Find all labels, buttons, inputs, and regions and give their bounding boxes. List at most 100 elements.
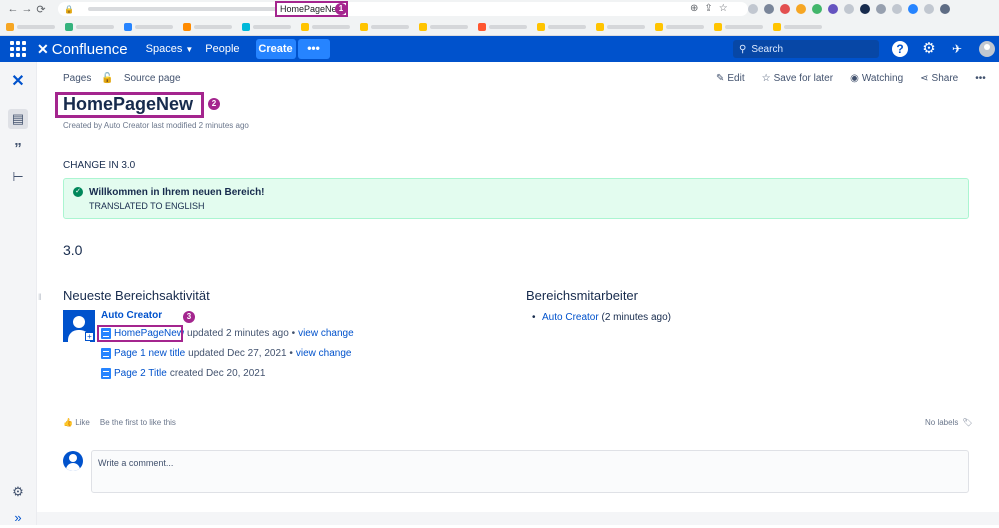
zoom-icon[interactable]: ⊕ bbox=[690, 3, 698, 14]
extension-icon[interactable] bbox=[860, 4, 870, 14]
extension-icon[interactable] bbox=[764, 4, 774, 14]
comment-user-avatar bbox=[63, 451, 83, 471]
back-icon[interactable]: ← bbox=[6, 3, 20, 15]
extension-icon[interactable] bbox=[828, 4, 838, 14]
label-tag-icon: 🏷 bbox=[962, 418, 973, 427]
bookmark-item[interactable] bbox=[124, 23, 173, 31]
bookmark-item[interactable] bbox=[6, 23, 55, 31]
user-avatar[interactable] bbox=[979, 41, 995, 57]
activity-user-link[interactable]: Auto Creator bbox=[101, 310, 162, 321]
spaces-label: Spaces bbox=[145, 43, 183, 55]
view-change-link[interactable]: view change bbox=[296, 348, 352, 359]
comment-input[interactable]: Write a comment... bbox=[91, 450, 969, 493]
bookmark-item[interactable] bbox=[360, 23, 409, 31]
expand-sidebar-icon[interactable]: » bbox=[8, 508, 28, 528]
extension-icon[interactable] bbox=[748, 4, 758, 14]
share-button[interactable]: ⋖ Share bbox=[920, 73, 958, 84]
first-like-text: Be the first to like this bbox=[99, 418, 176, 427]
breadcrumb-source-page[interactable]: Source page bbox=[124, 73, 181, 84]
create-button[interactable]: Create bbox=[255, 39, 296, 59]
extension-icon[interactable] bbox=[908, 4, 918, 14]
success-panel: ✓ Willkommen in Ihrem neuen Bereich! TRA… bbox=[63, 178, 969, 219]
annotation-badge-3: 3 bbox=[183, 311, 195, 323]
blog-quote-icon[interactable]: ” bbox=[8, 139, 28, 159]
share-icon: ⋖ bbox=[920, 73, 929, 84]
search-icon: ⚲ bbox=[739, 43, 747, 55]
page-footer-bar bbox=[37, 512, 999, 525]
reload-icon[interactable]: ⟳ bbox=[34, 3, 48, 16]
confluence-logo[interactable]: ✕ Confluence bbox=[37, 41, 128, 58]
bookmark-item[interactable] bbox=[655, 23, 704, 31]
logo-text: Confluence bbox=[51, 40, 128, 58]
extension-icon[interactable] bbox=[924, 4, 934, 14]
extension-icon[interactable] bbox=[892, 4, 902, 14]
more-actions-button[interactable]: ••• bbox=[975, 73, 986, 84]
activity-page-link[interactable]: Page 1 new title bbox=[114, 348, 185, 359]
activity-text: created Dec 20, 2021 bbox=[169, 368, 266, 379]
sidebar-resize-handle[interactable]: ‖ bbox=[38, 292, 42, 302]
extension-icon[interactable] bbox=[844, 4, 854, 14]
spaces-menu[interactable]: Spaces ▼ bbox=[146, 43, 194, 55]
contributor-time: (2 minutes ago) bbox=[601, 312, 671, 323]
like-row: 👍 Like Be the first to like this bbox=[63, 418, 176, 427]
bookmark-item[interactable] bbox=[242, 23, 291, 31]
space-sidebar: ✕ ▤ ” ⊢ ⚙ » bbox=[0, 62, 37, 525]
browser-chrome: ← → ⟳ 🔒 HomePageNew 1 ⊕ ⇪ ☆ bbox=[0, 0, 999, 36]
help-icon[interactable]: ? bbox=[892, 41, 908, 57]
page-tree-icon[interactable]: ⊢ bbox=[8, 167, 28, 187]
annotation-badge-1: 1 bbox=[335, 3, 347, 15]
url-bar[interactable]: 🔒 bbox=[58, 2, 748, 16]
people-link[interactable]: People bbox=[205, 43, 239, 55]
bookmark-item[interactable] bbox=[714, 23, 763, 31]
save-for-later-button[interactable]: ☆ Save for later bbox=[762, 73, 833, 84]
version-heading: 3.0 bbox=[63, 242, 83, 258]
extension-icon[interactable] bbox=[812, 4, 822, 14]
app-switcher-icon[interactable] bbox=[10, 40, 27, 58]
pages-icon[interactable]: ▤ bbox=[8, 109, 28, 129]
bookmark-star-icon[interactable]: ☆ bbox=[719, 3, 728, 14]
edit-button[interactable]: ✎ Edit bbox=[716, 73, 745, 84]
activity-page-link[interactable]: Page 2 Title bbox=[114, 368, 167, 379]
bookmark-item[interactable] bbox=[183, 23, 232, 31]
watching-button[interactable]: ◉ Watching bbox=[850, 73, 903, 84]
page-icon bbox=[101, 368, 111, 379]
change-text: CHANGE IN 3.0 bbox=[63, 160, 136, 171]
notifications-rocket-icon[interactable]: ✈ bbox=[949, 41, 965, 57]
page-actions: ✎ Edit ☆ Save for later ◉ Watching ⋖ Share •… bbox=[716, 73, 986, 84]
bookmark-item[interactable] bbox=[537, 23, 586, 31]
labels-area[interactable]: No labels 🏷 bbox=[925, 418, 973, 427]
like-button[interactable]: 👍 Like bbox=[63, 418, 90, 427]
thumbs-up-icon: 👍 bbox=[63, 418, 73, 427]
no-labels-text: No labels bbox=[925, 418, 959, 427]
settings-gear-icon[interactable]: ⚙ bbox=[921, 41, 937, 57]
space-logo-icon[interactable]: ✕ bbox=[8, 72, 28, 92]
bookmark-item[interactable] bbox=[596, 23, 645, 31]
bookmark-item[interactable] bbox=[301, 23, 350, 31]
contributor-link[interactable]: Auto Creator bbox=[542, 312, 599, 323]
share-page-icon[interactable]: ⇪ bbox=[704, 3, 712, 14]
activity-item: Page 1 new title updated Dec 27, 2021 • … bbox=[101, 348, 351, 359]
bookmark-item[interactable] bbox=[419, 23, 468, 31]
create-more-button[interactable]: ••• bbox=[297, 39, 330, 59]
activity-text: updated Dec 27, 2021 • bbox=[188, 348, 293, 359]
view-change-link[interactable]: view change bbox=[298, 328, 354, 339]
confluence-logo-icon: ✕ bbox=[37, 40, 49, 57]
activity-user-avatar[interactable]: + bbox=[63, 310, 95, 342]
forward-icon[interactable]: → bbox=[20, 3, 34, 15]
activity-heading: Neueste Bereichsaktivität bbox=[63, 288, 210, 303]
bookmark-item[interactable] bbox=[773, 23, 822, 31]
profile-icon[interactable] bbox=[940, 4, 950, 14]
activity-highlight-box bbox=[97, 325, 183, 342]
extension-icon[interactable] bbox=[780, 4, 790, 14]
bookmarks-bar bbox=[0, 19, 999, 35]
contributor-item: Auto Creator (2 minutes ago) bbox=[532, 312, 671, 323]
space-settings-icon[interactable]: ⚙ bbox=[8, 482, 28, 502]
breadcrumb-pages[interactable]: Pages bbox=[63, 73, 91, 84]
extension-icon[interactable] bbox=[796, 4, 806, 14]
restrictions-lock-icon[interactable]: 🔓 bbox=[101, 73, 113, 84]
page-icon bbox=[101, 348, 111, 359]
search-input[interactable]: ⚲ Search bbox=[733, 40, 879, 58]
bookmark-item[interactable] bbox=[478, 23, 527, 31]
extension-icon[interactable] bbox=[876, 4, 886, 14]
bookmark-item[interactable] bbox=[65, 23, 114, 31]
